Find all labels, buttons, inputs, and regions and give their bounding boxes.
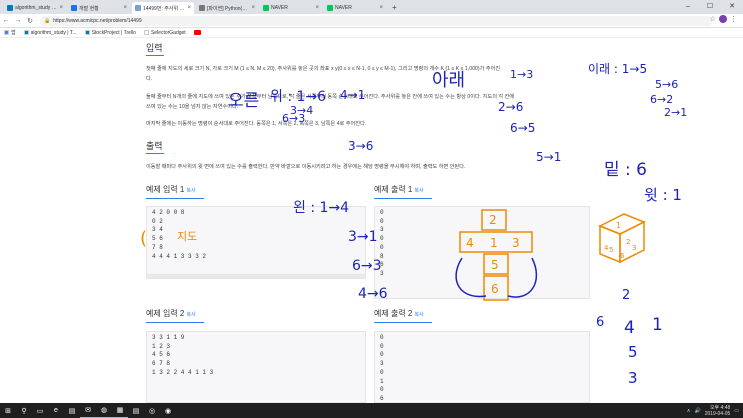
dice-face-left-b: 5 xyxy=(609,246,613,254)
note-left-1-4: 왼 : 1→4 xyxy=(293,200,349,216)
taskbar-app-1-icon[interactable]: ⚲ xyxy=(16,403,32,418)
note-4-6: 4→6 xyxy=(358,286,388,302)
note-6-3b: 6→3 xyxy=(352,258,382,274)
note-5-1: 5→1 xyxy=(536,150,561,164)
dice-face-right-b: 3 xyxy=(632,244,636,252)
note-2-1: 2→1 xyxy=(664,106,687,119)
handwriting-overlay: 이래 : 1→5 5→6 6→2 2→1 오른 위 : 1→6 4→1 3→4 … xyxy=(140,62,687,387)
list-6: 6 xyxy=(596,315,604,330)
dice-3d-drawing: 1 4 5 6 2 3 xyxy=(598,213,646,264)
taskbar-app-8-icon[interactable]: ▤ xyxy=(128,403,144,418)
note-1-3: 1→3 xyxy=(510,68,533,81)
note-right-label: 오른 xyxy=(228,91,259,111)
dice-face-right-a: 2 xyxy=(626,238,630,246)
taskbar-app-6-icon[interactable]: ◍ xyxy=(96,403,112,418)
note-up-1-6: 위 : 1→6 xyxy=(270,89,326,105)
volume-icon[interactable]: 🔊 xyxy=(694,408,700,414)
dice-face-top: 1 xyxy=(616,221,621,230)
dice-net-drawing: 2 4 1 3 5 6 xyxy=(455,209,538,301)
windows-taskbar: ⊞ ⚲ ▭ e ▤ ✉ ◍ ▦ ▤ ◎ ◉ ∧ 🔊 오후 4:48 2019-04-05 ▭ xyxy=(0,403,743,418)
note-6-3: 6→3 xyxy=(282,112,305,125)
dice-face-front: 6 xyxy=(620,252,625,260)
note-5-6: 5→6 xyxy=(655,78,678,91)
taskbar-app-7-icon[interactable]: ▦ xyxy=(112,403,128,418)
system-tray: ∧ 🔊 오후 4:48 2019-04-05 ▭ xyxy=(687,403,739,418)
tray-up-arrow-icon[interactable]: ∧ xyxy=(687,408,691,414)
net-face-center: 1 xyxy=(490,236,498,250)
list-4: 4 xyxy=(624,318,635,338)
note-6-2: 6→2 xyxy=(650,93,673,106)
notification-icon[interactable]: ▭ xyxy=(734,408,739,414)
net-face-bottom: 6 xyxy=(491,282,499,296)
net-face-top: 2 xyxy=(489,213,497,227)
note-2-6: 2→6 xyxy=(498,100,523,114)
net-face-left: 4 xyxy=(466,236,474,250)
note-down-east: 이래 : 1→5 xyxy=(588,62,647,76)
note-6-5: 6→5 xyxy=(510,121,535,135)
note-down-label: 아래 xyxy=(432,70,465,91)
taskbar-app-3-icon[interactable]: e xyxy=(48,403,64,418)
clock-date: 2019-04-05 xyxy=(704,410,731,417)
note-top-1: 윗 : 1 xyxy=(644,186,682,204)
taskbar-app-2-icon[interactable]: ▭ xyxy=(32,403,48,418)
note-4-1: 4→1 xyxy=(340,88,365,102)
list-2: 2 xyxy=(622,288,630,303)
note-bottom-6: 밑 : 6 xyxy=(604,160,647,180)
net-face-south: 5 xyxy=(491,258,499,272)
taskbar-app-10-icon[interactable]: ◉ xyxy=(160,403,176,418)
clock[interactable]: 오후 4:48 2019-04-05 xyxy=(705,405,731,417)
note-3-6: 3→6 xyxy=(348,139,373,153)
list-1: 1 xyxy=(652,315,663,335)
list-3: 3 xyxy=(628,369,638,387)
taskbar-app-4-icon[interactable]: ▤ xyxy=(64,403,80,418)
note-3-1: 3→1 xyxy=(348,229,378,245)
screen: algorithm_study | Trello×개발 현황×14499번: 주… xyxy=(0,0,743,418)
taskbar-app-0-icon[interactable]: ⊞ xyxy=(0,403,16,418)
taskbar-app-9-icon[interactable]: ◎ xyxy=(144,403,160,418)
list-5: 5 xyxy=(628,343,638,361)
map-label: 지도 xyxy=(177,230,197,243)
net-face-right: 3 xyxy=(512,236,520,250)
taskbar-app-5-icon[interactable]: ✉ xyxy=(80,403,96,418)
map-bracket: ( xyxy=(140,228,147,249)
